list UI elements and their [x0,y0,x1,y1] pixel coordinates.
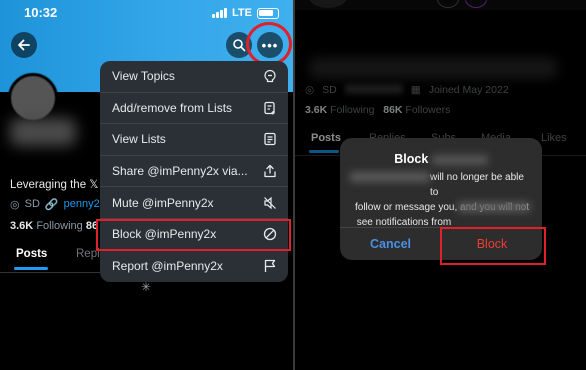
profile-link[interactable]: penny2x. [64,198,100,211]
right-screenshot-panel: ◎ SD ▦ Joined May 2022 3.6K Following 86… [295,0,586,370]
menu-item-label: View Topics [112,69,175,84]
redacted-handle [431,154,488,165]
left-screenshot-panel: 10:32 LTE ••• Leveraging the 𝕏 n ◎ SD 🔗 … [0,0,293,370]
menu-item-label: Share @imPenny2x via... [112,164,248,179]
following-label[interactable]: Following [36,220,82,232]
tab-posts[interactable]: Posts [16,248,47,260]
dialog-title-text: Block [394,152,429,166]
tab-indicator [14,267,48,270]
menu-item-mute[interactable]: Mute @imPenny2x [100,187,288,219]
battery-icon [257,7,279,19]
back-button[interactable] [11,32,37,58]
search-icon [233,39,246,52]
cancel-button[interactable]: Cancel [340,228,441,260]
location-text: SD [24,198,40,210]
list-add-icon [263,101,277,115]
menu-item-share[interactable]: Share @imPenny2x via... [100,156,288,188]
dialog-title: Block [340,152,542,166]
redacted-handle [350,172,430,182]
profile-bio: Leveraging the 𝕏 n [10,179,100,191]
avatar[interactable] [8,73,58,123]
signal-icon [212,8,228,18]
loading-spinner-icon: ✳ [141,280,152,294]
arrow-left-icon [18,39,30,51]
redacted-name [10,118,76,146]
menu-item-add-remove-lists[interactable]: Add/remove from Lists [100,93,288,125]
location-icon: ◎ [10,199,20,211]
status-time: 10:32 [24,5,58,20]
lists-icon [263,132,277,146]
menu-item-view-lists[interactable]: View Lists [100,124,288,156]
share-icon [263,164,277,178]
menu-item-view-topics[interactable]: View Topics [100,61,288,93]
profile-tabs: Posts Repl [0,245,100,273]
block-option-highlight [96,219,291,251]
status-icons: LTE [212,7,279,19]
menu-item-label: Mute @imPenny2x [112,195,214,210]
profile-meta: ◎ SD 🔗 penny2x. [10,198,100,211]
highlight-circle [246,22,292,66]
menu-item-label: Report @imPenny2x [112,259,223,274]
following-count[interactable]: 3.6K [10,220,33,232]
network-label: LTE [232,7,252,19]
menu-item-label: Add/remove from Lists [112,100,233,115]
block-button-highlight [440,227,546,265]
mute-icon [263,196,277,210]
menu-item-report[interactable]: Report @imPenny2x [100,251,288,282]
status-bar: 10:32 LTE [0,0,293,26]
follow-stats: 3.6K Following 86 [10,220,100,232]
redacted-handle [458,202,530,212]
topics-icon [263,69,277,83]
menu-item-label: View Lists [112,132,166,147]
flag-icon [263,259,277,273]
link-icon: 🔗 [44,199,59,211]
